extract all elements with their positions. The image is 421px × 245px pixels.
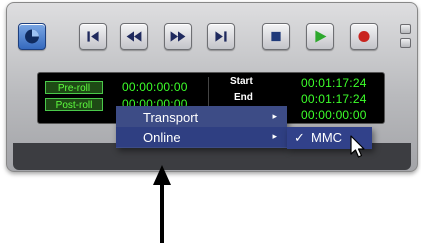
submenu-arrow-icon: ▸ <box>272 111 277 121</box>
online-button[interactable] <box>18 23 46 50</box>
expand-toggle-bottom[interactable] <box>400 38 411 48</box>
menu-item-label: Online <box>143 130 181 145</box>
go-to-end-icon <box>215 31 227 42</box>
end-label: End <box>234 92 253 103</box>
end-value[interactable]: 00:01:17:24 <box>301 92 367 106</box>
rewind-button[interactable] <box>120 23 148 50</box>
fast-forward-icon <box>170 31 186 42</box>
play-button[interactable] <box>306 23 334 50</box>
play-icon <box>315 30 327 43</box>
fast-forward-button[interactable] <box>164 23 192 50</box>
rewind-icon <box>126 31 142 42</box>
go-to-end-button[interactable] <box>207 23 235 50</box>
menu-item-label: Transport <box>143 110 199 125</box>
expand-toggle-top[interactable] <box>400 24 411 34</box>
menu-item-transport[interactable]: Transport ▸ <box>116 107 287 127</box>
online-icon <box>25 29 39 44</box>
callout-arrow-icon <box>153 165 171 243</box>
menu-item-online[interactable]: Online ▸ <box>116 127 287 147</box>
preroll-value[interactable]: 00:00:00:00 <box>122 80 188 94</box>
length-value[interactable]: 00:00:00:00 <box>301 108 367 122</box>
postroll-label[interactable]: Post-roll <box>45 98 103 111</box>
checkmark-icon: ✓ <box>294 130 305 145</box>
preroll-label[interactable]: Pre-roll <box>45 81 103 94</box>
mouse-pointer-icon <box>350 135 365 158</box>
record-button[interactable] <box>350 23 378 50</box>
rewind-to-start-button[interactable] <box>79 23 107 50</box>
rewind-to-start-icon <box>87 31 99 42</box>
context-menu: Transport ▸ Online ▸ <box>116 106 287 148</box>
start-label: Start <box>230 76 253 87</box>
submenu-item-label: MMC <box>311 130 343 145</box>
submenu-arrow-icon: ▸ <box>272 131 277 141</box>
stop-icon <box>271 31 281 42</box>
stop-button[interactable] <box>262 23 290 50</box>
start-value[interactable]: 00:01:17:24 <box>301 76 367 90</box>
record-icon <box>358 30 370 43</box>
